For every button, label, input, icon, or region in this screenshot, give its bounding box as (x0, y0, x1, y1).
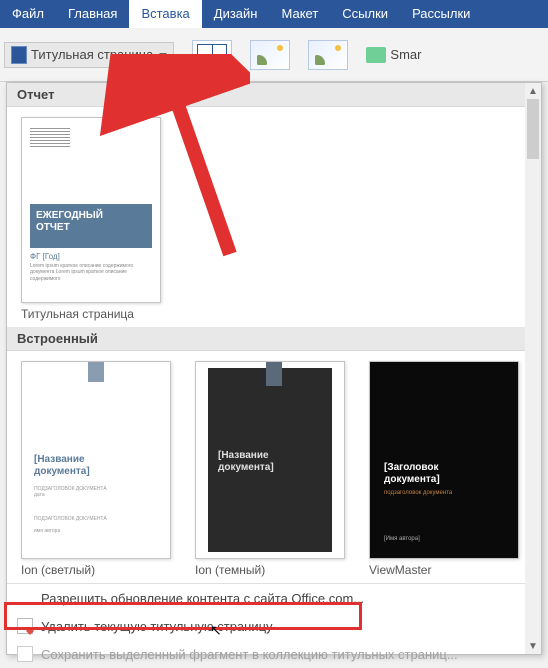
page-icon (11, 46, 27, 64)
menu-tabs: Файл Главная Вставка Дизайн Макет Ссылки… (0, 0, 548, 28)
gallery-report: ЕЖЕГОДНЫЙ ОТЧЕТ ФГ [Год] Lorem ipsum кра… (7, 107, 541, 327)
globe-icon (17, 590, 33, 606)
thumb-ion-light: [Названиедокумента] ПОДЗАГОЛОВОК ДОКУМЕН… (21, 361, 171, 559)
cover-page-label: Титульная страница (31, 47, 153, 62)
menu-remove-cover-page[interactable]: Удалить текущую титульную страницу (7, 612, 541, 640)
scroll-up-arrow[interactable]: ▲ (527, 85, 539, 97)
gallery-builtin: [Названиедокумента] ПОДЗАГОЛОВОК ДОКУМЕН… (7, 351, 541, 583)
caption-ion-light: Ion (светлый) (21, 563, 171, 577)
caption-ion-dark: Ion (темный) (195, 563, 345, 577)
section-report-header: Отчет (7, 83, 541, 107)
pictures-button[interactable] (250, 40, 290, 70)
footer-menu: Разрешить обновление контента с сайта Of… (7, 583, 541, 668)
tab-design[interactable]: Дизайн (202, 0, 270, 28)
thumb-viewmaster: [Заголовокдокумента] подзаголовок докуме… (369, 361, 519, 559)
gallery-item-ion-dark[interactable]: [Названиедокумента] Ion (темный) (195, 361, 345, 577)
gallery-scrollbar[interactable]: ▲ ▼ (525, 83, 541, 654)
ribbon: Титульная страница Smar (0, 28, 548, 82)
scroll-thumb[interactable] (527, 99, 539, 159)
cover-page-dropdown[interactable]: Титульная страница (4, 42, 174, 68)
cover-page-gallery-panel: Отчет ЕЖЕГОДНЫЙ ОТЧЕТ ФГ [Год] Lorem ips… (6, 82, 542, 655)
tab-insert[interactable]: Вставка (129, 0, 201, 28)
section-builtin-header: Встроенный (7, 327, 541, 351)
smartart-icon (366, 47, 386, 63)
tab-home[interactable]: Главная (56, 0, 129, 28)
chevron-down-icon (159, 53, 167, 57)
caption-viewmaster: ViewMaster (369, 563, 519, 577)
smartart-button[interactable]: Smar (366, 47, 421, 63)
gallery-item-viewmaster[interactable]: [Заголовокдокумента] подзаголовок докуме… (369, 361, 519, 577)
scroll-down-arrow[interactable]: ▼ (527, 640, 539, 652)
menu-allow-office-update[interactable]: Разрешить обновление контента с сайта Of… (7, 584, 541, 612)
tab-layout[interactable]: Макет (269, 0, 330, 28)
tab-references[interactable]: Ссылки (330, 0, 400, 28)
remove-page-icon (17, 618, 33, 634)
gallery-item-ion-light[interactable]: [Названиедокумента] ПОДЗАГОЛОВОК ДОКУМЕН… (21, 361, 171, 577)
caption-report: Титульная страница (21, 307, 161, 321)
tab-file[interactable]: Файл (0, 0, 56, 28)
thumb-report: ЕЖЕГОДНЫЙ ОТЧЕТ ФГ [Год] Lorem ipsum кра… (21, 117, 161, 303)
tab-mailings[interactable]: Рассылки (400, 0, 482, 28)
thumb-ion-dark: [Названиедокумента] (195, 361, 345, 559)
menu-save-selection: Сохранить выделенный фрагмент в коллекци… (7, 640, 541, 668)
gallery-item-report[interactable]: ЕЖЕГОДНЫЙ ОТЧЕТ ФГ [Год] Lorem ipsum кра… (21, 117, 161, 321)
save-selection-icon (17, 646, 33, 662)
online-pictures-button[interactable] (308, 40, 348, 70)
table-button[interactable] (192, 40, 232, 70)
